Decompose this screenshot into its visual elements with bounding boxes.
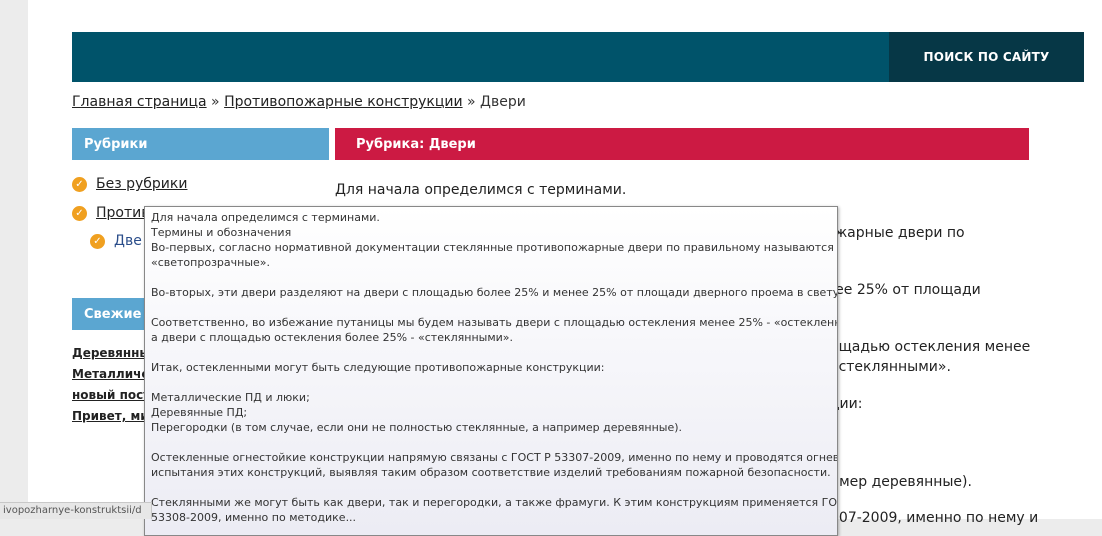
tooltip-gap bbox=[151, 300, 831, 315]
page-title: Рубрика: Двери bbox=[335, 128, 1029, 160]
breadcrumb-section-link[interactable]: Противопожарные конструкции bbox=[224, 94, 463, 110]
tooltip-gap bbox=[151, 435, 831, 450]
tooltip-line: Соответственно, во избежание путаницы мы… bbox=[151, 316, 838, 329]
tooltip-line: Деревянные ПД; bbox=[151, 406, 248, 419]
check-circle-icon: ✓ bbox=[72, 176, 87, 192]
tooltip-line: Итак, остекленными могут быть следующие … bbox=[151, 361, 605, 374]
tooltip-line: Во-вторых, эти двери разделяют на двери … bbox=[151, 286, 838, 299]
tooltip-gap bbox=[151, 345, 831, 360]
tooltip-line: Во-первых, согласно нормативной документ… bbox=[151, 241, 834, 254]
check-circle-icon: ✓ bbox=[72, 205, 87, 221]
tooltip-line: а двери с площадью остекления более 25% … bbox=[151, 331, 513, 344]
category-item[interactable]: ✓ Против bbox=[72, 205, 149, 221]
breadcrumb: Главная страница » Противопожарные конст… bbox=[72, 94, 526, 110]
article-line: «стеклянными». bbox=[830, 359, 951, 375]
category-link[interactable]: Две bbox=[114, 233, 142, 249]
category-item[interactable]: ✓ Без рубрики bbox=[72, 176, 187, 192]
site-header: ПОИСК ПО САЙТУ bbox=[72, 32, 1084, 82]
article-line: Для начала определимся с терминами. bbox=[335, 182, 627, 198]
category-item[interactable]: ✓ Две bbox=[90, 233, 142, 249]
breadcrumb-separator: » bbox=[462, 94, 481, 110]
tooltip-line: Термины и обозначения bbox=[151, 226, 292, 239]
category-link[interactable]: Против bbox=[96, 205, 149, 221]
article-line: имер деревянные). bbox=[830, 474, 972, 490]
link-tooltip: Для начала определимся с терминами. Терми… bbox=[144, 206, 838, 536]
tooltip-line: испытания этих конструкций, выявляя таки… bbox=[151, 466, 831, 479]
rubrics-heading: Рубрики bbox=[72, 128, 329, 160]
tooltip-line: Остекленные огнестойкие конструкции напр… bbox=[151, 451, 838, 464]
tooltip-line: Металлические ПД и люки; bbox=[151, 391, 310, 404]
category-link[interactable]: Без рубрики bbox=[96, 176, 187, 192]
tooltip-line: Стеклянными же могут быть как двери, так… bbox=[151, 496, 838, 509]
tooltip-gap bbox=[151, 480, 831, 495]
tooltip-gap bbox=[151, 375, 831, 390]
tooltip-line: Для начала определимся с терминами. bbox=[151, 211, 380, 224]
tooltip-line: 53308-2009, именно по методике... bbox=[151, 511, 357, 524]
site-search-button[interactable]: ПОИСК ПО САЙТУ bbox=[889, 32, 1084, 82]
breadcrumb-separator: » bbox=[206, 94, 225, 110]
tooltip-line: Перегородки (в том случае, если они не п… bbox=[151, 421, 683, 434]
status-bar-url: ivopozharnye-konstruktsii/d bbox=[0, 502, 152, 519]
article-line: ожарные двери по bbox=[826, 225, 965, 241]
tooltip-gap bbox=[151, 270, 831, 285]
tooltip-line: «светопрозрачные». bbox=[151, 256, 271, 269]
article-line: 307-2009, именно по нему и bbox=[830, 510, 1039, 526]
check-circle-icon: ✓ bbox=[90, 233, 105, 249]
breadcrumb-current: Двери bbox=[480, 94, 526, 110]
article-line: ощадью остекления менее bbox=[830, 339, 1031, 355]
breadcrumb-home-link[interactable]: Главная страница bbox=[72, 94, 207, 110]
article-line: нее 25% от площади bbox=[826, 282, 981, 298]
